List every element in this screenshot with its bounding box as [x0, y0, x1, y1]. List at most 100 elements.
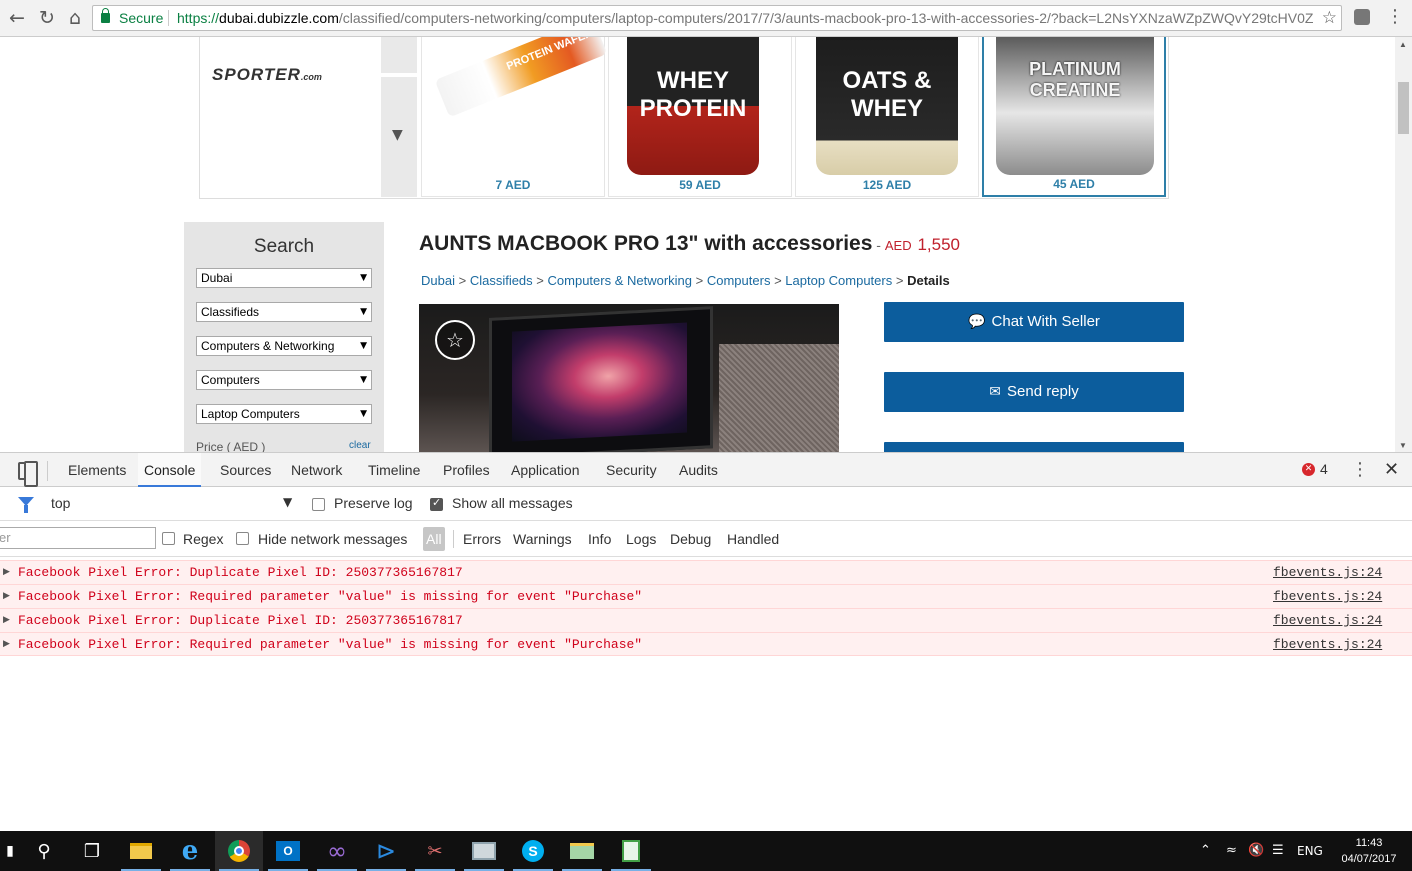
message-source-link[interactable]: fbevents.js:24 — [1273, 609, 1382, 632]
level-info[interactable]: Info — [588, 531, 611, 547]
clock[interactable]: 11:43 04/07/2017 — [1333, 835, 1405, 867]
context-dropdown-icon[interactable]: ▼ — [283, 495, 292, 509]
language-indicator[interactable]: ENG — [1297, 831, 1323, 871]
select-value: Computers — [201, 373, 260, 387]
tab-audits[interactable]: Audits — [673, 453, 724, 487]
filter-icon[interactable] — [18, 497, 34, 513]
level-errors[interactable]: Errors — [463, 531, 501, 547]
tab-console[interactable]: Console — [138, 453, 202, 487]
bookmark-star-icon[interactable]: ☆ — [1322, 6, 1337, 30]
console-message[interactable]: ▶ Facebook Pixel Error: Required paramet… — [0, 632, 1412, 656]
scroll-up-arrow-icon[interactable]: ▲ — [1399, 40, 1407, 49]
level-logs[interactable]: Logs — [626, 531, 656, 547]
show-all-messages-checkbox[interactable] — [430, 496, 443, 511]
subcategory-select[interactable]: Computers & Networking ▼ — [196, 336, 372, 356]
page-scrollbar[interactable]: ▲ ▼ — [1395, 37, 1412, 452]
expand-arrow-icon[interactable]: ▶ — [3, 609, 10, 632]
task-view-icon[interactable]: ❐ — [68, 831, 116, 871]
folder-app-icon[interactable] — [558, 831, 606, 871]
scroll-down-arrow-icon[interactable]: ▼ — [1399, 441, 1407, 450]
breadcrumb-laptop-computers[interactable]: Laptop Computers — [785, 273, 892, 288]
tab-security[interactable]: Security — [600, 453, 663, 487]
more-actions-button[interactable] — [884, 442, 1184, 452]
scrollbar-thumb[interactable] — [1398, 82, 1409, 134]
ad-product-oats[interactable]: OATS & WHEY 125 AED — [795, 37, 979, 197]
volume-icon[interactable]: 🔇 — [1248, 831, 1264, 871]
visual-studio-icon[interactable]: ∞ — [313, 831, 361, 871]
price-currency: AED — [884, 238, 912, 253]
snipping-tool-icon[interactable]: ✂ — [411, 831, 459, 871]
console-message[interactable]: ▶ Facebook Pixel Error: Duplicate Pixel … — [0, 560, 1412, 584]
carousel-down-arrow-icon[interactable]: ▼ — [392, 127, 403, 143]
reload-icon[interactable]: ↻ — [34, 6, 60, 30]
console-filter-input[interactable]: er — [0, 527, 156, 549]
address-bar[interactable]: Secure https://dubai.dubizzle.com/classi… — [92, 5, 1342, 31]
file-explorer-icon[interactable] — [117, 831, 165, 871]
subcategory2-select[interactable]: Computers ▼ — [196, 370, 372, 390]
close-devtools-icon[interactable]: ✕ — [1384, 459, 1399, 480]
outlook-icon[interactable]: O — [264, 831, 312, 871]
tab-network[interactable]: Network — [285, 453, 348, 487]
favorite-star-icon[interactable]: ☆ — [435, 320, 475, 360]
hide-network-checkbox[interactable] — [236, 532, 249, 545]
console-message[interactable]: ▶ Facebook Pixel Error: Required paramet… — [0, 584, 1412, 608]
listing-photo[interactable]: ☆ — [419, 304, 839, 452]
device-toolbar-icon[interactable] — [18, 461, 38, 487]
back-arrow-icon[interactable]: ← — [4, 6, 30, 30]
message-source-link[interactable]: fbevents.js:24 — [1273, 585, 1382, 608]
url-text[interactable]: https://dubai.dubizzle.com/classified/co… — [177, 6, 1315, 30]
breadcrumb-classifieds[interactable]: Classifieds — [470, 273, 533, 288]
message-source-link[interactable]: fbevents.js:24 — [1273, 633, 1382, 656]
network-app-icon[interactable] — [460, 831, 508, 871]
breadcrumb-dubai[interactable]: Dubai — [421, 273, 455, 288]
browser-menu-icon[interactable]: ⋮ — [1386, 6, 1404, 27]
error-count[interactable]: 4 — [1320, 461, 1328, 477]
devtools-menu-icon[interactable]: ⋮ — [1351, 459, 1369, 480]
show-hidden-icons[interactable]: ⌃ — [1200, 831, 1211, 871]
network-app-glyph — [472, 842, 496, 860]
tab-application[interactable]: Application — [505, 453, 586, 487]
expand-arrow-icon[interactable]: ▶ — [3, 561, 10, 584]
tab-sources[interactable]: Sources — [214, 453, 277, 487]
level-debug[interactable]: Debug — [670, 531, 711, 547]
error-icon[interactable]: ✕ — [1302, 463, 1315, 476]
expand-arrow-icon[interactable]: ▶ — [3, 633, 10, 656]
regex-checkbox[interactable] — [162, 532, 175, 545]
ad-carousel-nav[interactable]: ▼ — [381, 37, 417, 197]
send-reply-button[interactable]: ✉ Send reply — [884, 372, 1184, 412]
ad-product-creatine[interactable]: PLATINUM CREATINE 45 AED — [982, 37, 1166, 197]
chat-with-seller-button[interactable]: 💬 Chat With Seller — [884, 302, 1184, 342]
skype-icon[interactable]: S — [509, 831, 557, 871]
tab-timeline[interactable]: Timeline — [362, 453, 426, 487]
message-source-link[interactable]: fbevents.js:24 — [1273, 561, 1382, 584]
notepad-icon[interactable] — [607, 831, 655, 871]
sporter-logo[interactable]: SPORTER.com — [212, 65, 322, 85]
vscode-icon[interactable]: ⊳ — [362, 831, 410, 871]
clear-price-link[interactable]: clear — [349, 440, 371, 451]
level-handled[interactable]: Handled — [727, 531, 779, 547]
chrome-icon[interactable] — [215, 831, 263, 871]
notification-icon[interactable]: ☰ — [1272, 831, 1284, 871]
level-warnings[interactable]: Warnings — [513, 531, 572, 547]
breadcrumb-computers[interactable]: Computers — [707, 273, 771, 288]
extension-icon[interactable] — [1354, 9, 1370, 25]
hide-network-label: Hide network messages — [258, 531, 408, 547]
expand-arrow-icon[interactable]: ▶ — [3, 585, 10, 608]
home-icon[interactable]: ⌂ — [62, 6, 88, 30]
ad-product-wafer[interactable]: PROTEIN WAFER 7 AED — [421, 37, 608, 197]
tab-profiles[interactable]: Profiles — [437, 453, 496, 487]
visual-studio-glyph: ∞ — [327, 837, 347, 865]
preserve-log-checkbox[interactable] — [312, 498, 325, 511]
subcategory3-select[interactable]: Laptop Computers ▼ — [196, 404, 372, 424]
context-selector[interactable]: top — [51, 495, 70, 511]
internet-explorer-icon[interactable]: e — [166, 831, 214, 871]
tab-elements[interactable]: Elements — [62, 453, 132, 487]
ad-product-whey[interactable]: WHEY PROTEIN 59 AED — [608, 37, 792, 197]
location-select[interactable]: Dubai ▼ — [196, 268, 372, 288]
category-select[interactable]: Classifieds ▼ — [196, 302, 372, 322]
console-message[interactable]: ▶ Facebook Pixel Error: Duplicate Pixel … — [0, 608, 1412, 632]
level-all[interactable]: All — [423, 527, 445, 551]
wifi-icon[interactable]: ≈ — [1226, 831, 1237, 871]
breadcrumb-computers-networking[interactable]: Computers & Networking — [548, 273, 693, 288]
search-icon[interactable]: ⚲ — [20, 831, 68, 871]
